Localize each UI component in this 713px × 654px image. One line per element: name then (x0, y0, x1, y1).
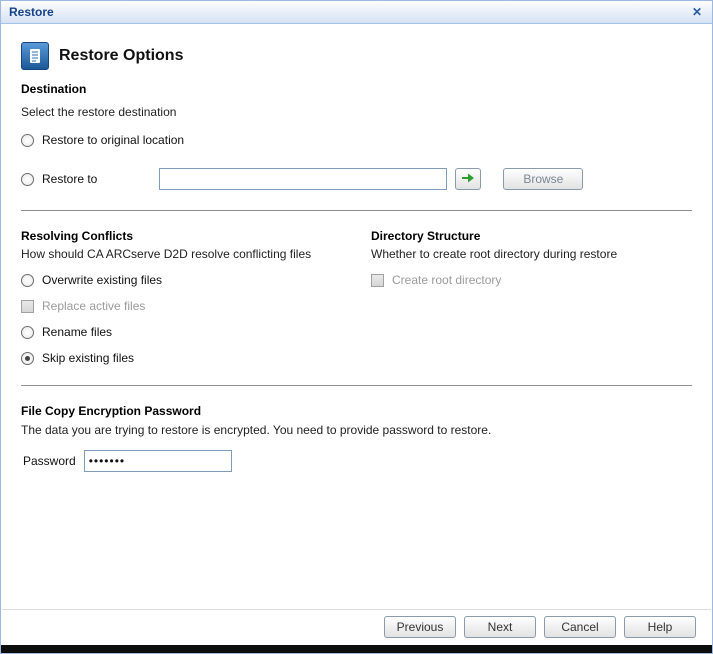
rename-files-radio[interactable] (21, 325, 34, 339)
password-label: Password (23, 454, 76, 468)
divider (21, 385, 692, 386)
titlebar: Restore ✕ (1, 1, 712, 24)
divider (21, 210, 692, 211)
replace-active-files-row: Replace active files (21, 299, 366, 313)
directory-structure-section: Directory Structure Whether to create ro… (371, 229, 691, 287)
browse-button[interactable]: Browse (503, 168, 584, 190)
rename-files-label[interactable]: Rename files (42, 325, 112, 339)
directory-structure-heading: Directory Structure (371, 229, 481, 243)
replace-active-files-label: Replace active files (42, 299, 146, 313)
create-root-directory-row: Create root directory (371, 273, 691, 287)
restore-to-radio[interactable] (21, 172, 34, 186)
options-columns: Resolving Conflicts How should CA ARCser… (21, 229, 692, 365)
restore-original-location-label[interactable]: Restore to original location (42, 133, 184, 147)
create-root-directory-label: Create root directory (392, 273, 502, 287)
directory-structure-subtitle: Whether to create root directory during … (371, 247, 618, 261)
password-row: Password (21, 450, 692, 472)
help-button[interactable]: Help (624, 616, 696, 638)
overwrite-existing-files-radio[interactable] (21, 273, 34, 287)
page-title: Restore Options (59, 47, 184, 64)
skip-existing-files-label[interactable]: Skip existing files (42, 351, 134, 365)
previous-button[interactable]: Previous (384, 616, 456, 638)
create-root-directory-checkbox (371, 273, 384, 287)
close-icon[interactable]: ✕ (690, 5, 704, 19)
restore-dialog: Restore ✕ Restore Options Destination Se… (0, 0, 713, 654)
go-arrow-button[interactable] (455, 168, 482, 190)
skip-existing-files-row: Skip existing files (21, 351, 366, 365)
password-input[interactable] (83, 450, 232, 472)
destination-heading: Destination (21, 82, 87, 96)
overwrite-existing-files-label[interactable]: Overwrite existing files (42, 273, 162, 287)
restore-to-row: Restore to Browse (21, 168, 692, 190)
replace-active-files-checkbox (21, 299, 34, 313)
restore-to-input[interactable] (159, 168, 448, 190)
destination-subtitle: Select the restore destination (21, 105, 177, 119)
overwrite-existing-files-row: Overwrite existing files (21, 273, 366, 287)
encryption-heading: File Copy Encryption Password (21, 404, 202, 418)
restore-original-location-radio[interactable] (21, 133, 34, 147)
resolving-conflicts-heading: Resolving Conflicts (21, 229, 134, 243)
resolving-conflicts-subtitle: How should CA ARCserve D2D resolve confl… (21, 247, 312, 261)
window-title: Restore (9, 5, 54, 19)
header-row: Restore Options (21, 42, 692, 70)
rename-files-row: Rename files (21, 325, 366, 339)
skip-existing-files-radio[interactable] (21, 351, 34, 365)
restore-to-label[interactable]: Restore to (42, 172, 97, 186)
dialog-content: Restore Options Destination Select the r… (1, 42, 712, 472)
footer: Previous Next Cancel Help (2, 609, 711, 638)
encryption-subtitle: The data you are trying to restore is en… (21, 423, 492, 437)
next-button[interactable]: Next (464, 616, 536, 638)
cancel-button[interactable]: Cancel (544, 616, 616, 638)
resolving-conflicts-section: Resolving Conflicts How should CA ARCser… (21, 229, 366, 365)
restore-options-icon (21, 42, 49, 70)
restore-original-location-row: Restore to original location (21, 133, 692, 147)
green-arrow-icon (461, 172, 475, 187)
bottom-bar (1, 645, 712, 653)
